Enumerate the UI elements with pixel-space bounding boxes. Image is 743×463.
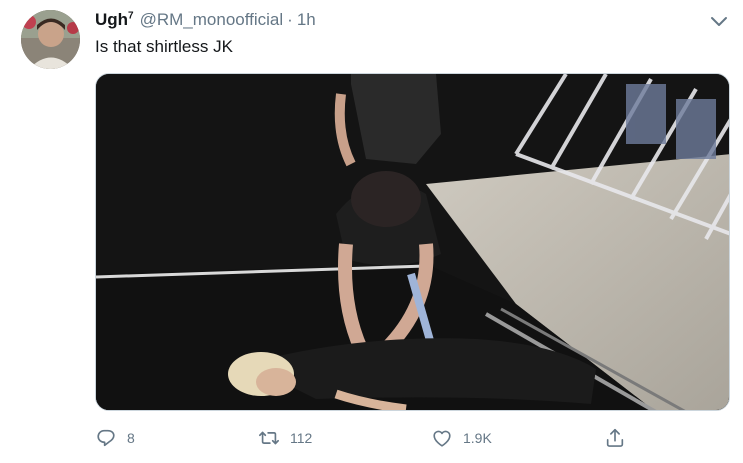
display-name[interactable]: Ugh7	[95, 10, 134, 30]
share-button[interactable]	[604, 425, 626, 451]
retweet-count: 112	[290, 430, 313, 446]
video-frame	[96, 74, 729, 410]
like-button[interactable]: 1.9K	[431, 425, 492, 451]
avatar[interactable]	[21, 10, 80, 69]
tweet-actions: 8 112 1.9K	[95, 425, 730, 451]
reply-button[interactable]: 8	[95, 425, 135, 451]
tweet-header: Ugh7 @RM_monoofficial · 1h	[95, 10, 316, 32]
tweet-media-video[interactable]	[95, 73, 730, 411]
retweet-icon	[259, 431, 279, 445]
share-icon	[606, 428, 624, 447]
retweet-button[interactable]: 112	[258, 425, 312, 451]
tweet: Ugh7 @RM_monoofficial · 1h Is that shirt…	[0, 0, 743, 463]
tweet-timestamp[interactable]: 1h	[297, 10, 316, 30]
chevron-down-icon[interactable]	[710, 14, 728, 28]
reply-count: 8	[127, 430, 135, 446]
user-handle[interactable]: @RM_monoofficial	[140, 10, 284, 30]
heart-icon	[433, 430, 451, 447]
tweet-text: Is that shirtless JK	[95, 37, 233, 56]
like-count: 1.9K	[463, 430, 492, 446]
display-name-superscript: 7	[128, 10, 134, 22]
reply-icon	[97, 429, 115, 447]
avatar-image	[21, 10, 80, 69]
separator-dot: ·	[287, 10, 293, 29]
